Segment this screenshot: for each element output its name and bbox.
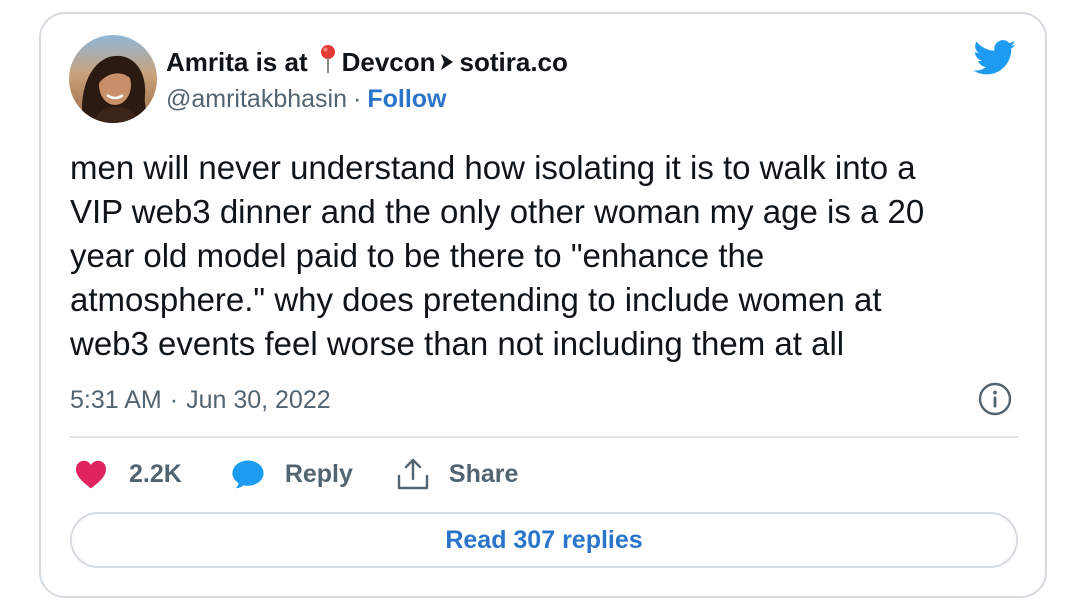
speech-bubble-icon: [231, 458, 265, 490]
author-handle-line: @amritakbhasin · Follow: [166, 82, 447, 116]
info-icon[interactable]: [978, 382, 1012, 416]
tweet-text-line: web3 events feel worse than not includin…: [70, 325, 845, 362]
action-bar: 2.2K Reply Share: [74, 454, 518, 494]
tweet-time: 5:31 AM: [70, 385, 162, 414]
divider: [70, 436, 1018, 438]
read-replies-button[interactable]: Read 307 replies: [70, 512, 1018, 568]
tweet-text-line: men will never understand how isolating …: [70, 149, 916, 186]
tweet-text-line: atmosphere." why does pretending to incl…: [70, 281, 882, 318]
tweet-text: men will never understand how isolating …: [70, 146, 1020, 366]
author-name-suffix: sotira.co: [459, 46, 568, 77]
round-pushpin-icon: [318, 44, 338, 81]
author-name-prefix: Amrita is at: [166, 46, 308, 77]
tweet-text-line: VIP web3 dinner and the only other woman…: [70, 193, 925, 230]
like-count: 2.2K: [129, 459, 182, 488]
separator-dot: ·: [353, 84, 362, 113]
avatar[interactable]: [69, 35, 157, 123]
author-handle[interactable]: @amritakbhasin: [166, 85, 347, 114]
tweet-date: Jun 30, 2022: [186, 385, 331, 414]
reply-button[interactable]: Reply: [231, 458, 353, 490]
like-button[interactable]: 2.2K: [74, 459, 182, 489]
arrow-pointer-icon: [440, 47, 454, 78]
twitter-bird-icon[interactable]: [973, 40, 1017, 76]
author-name[interactable]: Amrita is at Devcon sotira.co: [166, 44, 568, 80]
separator-dot: ·: [169, 385, 179, 414]
follow-link[interactable]: Follow: [367, 85, 446, 114]
share-upload-icon: [395, 457, 431, 491]
reply-label: Reply: [284, 459, 353, 488]
share-button[interactable]: Share: [395, 457, 518, 491]
author-name-middle: Devcon: [341, 46, 436, 77]
share-label: Share: [448, 459, 519, 488]
tweet-text-line: year old model paid to be there to "enha…: [70, 237, 765, 274]
tweet-timestamp[interactable]: 5:31 AM · Jun 30, 2022: [70, 383, 331, 417]
heart-icon: [74, 459, 108, 489]
